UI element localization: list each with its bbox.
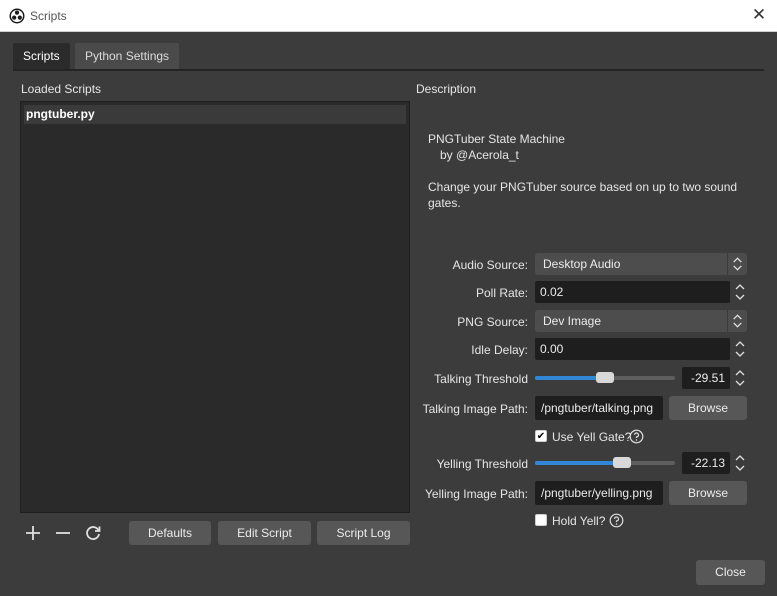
idle-delay-stepper-icon[interactable] — [733, 337, 747, 361]
png-source-value: Dev Image — [543, 314, 602, 328]
talking-threshold-handle[interactable] — [596, 372, 614, 383]
defaults-button[interactable]: Defaults — [129, 521, 211, 545]
audio-source-value: Desktop Audio — [543, 257, 621, 271]
png-source-label: PNG Source: — [457, 315, 528, 329]
hold-yell-label[interactable]: Hold Yell? — [552, 514, 605, 528]
close-icon[interactable]: ✕ — [750, 6, 768, 24]
script-log-button[interactable]: Script Log — [317, 521, 410, 545]
idle-delay-label: Idle Delay: — [471, 343, 528, 357]
yelling-image-path-input[interactable]: /pngtuber/yelling.png — [535, 481, 663, 505]
window-title: Scripts — [30, 9, 67, 23]
talking-threshold-label: Talking Threshold — [434, 372, 528, 386]
loaded-scripts-heading: Loaded Scripts — [21, 82, 102, 96]
obs-logo-icon — [9, 8, 25, 24]
tab-divider — [13, 69, 764, 71]
poll-rate-label: Poll Rate: — [475, 286, 528, 300]
idle-delay-input[interactable]: 0.00 — [535, 338, 730, 360]
tab-scripts[interactable]: Scripts — [13, 43, 70, 69]
talking-browse-button[interactable]: Browse — [669, 396, 747, 420]
script-author: by @Acerola_t — [440, 148, 519, 162]
talking-threshold-slider[interactable] — [535, 372, 675, 383]
updown-chevron-icon — [727, 310, 742, 332]
script-description-line-2: gates. — [428, 196, 461, 210]
poll-rate-stepper-icon[interactable] — [733, 280, 747, 304]
yelling-browse-button[interactable]: Browse — [669, 481, 747, 505]
help-icon[interactable] — [609, 513, 624, 528]
talking-threshold-value[interactable]: -29.51 — [682, 367, 730, 389]
talking-threshold-stepper-icon[interactable] — [733, 366, 747, 390]
poll-rate-input[interactable]: 0.02 — [535, 281, 730, 303]
yelling-threshold-label: Yelling Threshold — [436, 457, 528, 471]
yelling-threshold-slider[interactable] — [535, 457, 675, 468]
script-description-line-1: Change your PNGTuber source based on up … — [428, 180, 738, 194]
title-bar: Scripts ✕ — [0, 0, 777, 32]
refresh-icon[interactable] — [82, 522, 104, 544]
plus-icon[interactable] — [22, 522, 44, 544]
updown-chevron-icon — [727, 253, 742, 275]
yelling-threshold-handle[interactable] — [613, 457, 631, 468]
audio-source-label: Audio Source: — [452, 258, 528, 272]
use-yell-gate-checkbox[interactable]: ✔ — [535, 430, 547, 442]
script-name: PNGTuber State Machine — [428, 132, 565, 146]
hold-yell-checkbox[interactable] — [535, 514, 547, 526]
tab-python-settings[interactable]: Python Settings — [75, 43, 180, 69]
talking-image-path-input[interactable]: /pngtuber/talking.png — [535, 396, 663, 420]
help-icon[interactable] — [629, 429, 644, 444]
yelling-image-path-label: Yelling Image Path: — [425, 487, 528, 501]
audio-source-select[interactable]: Desktop Audio — [535, 253, 747, 275]
description-heading: Description — [416, 82, 477, 96]
png-source-select[interactable]: Dev Image — [535, 310, 747, 332]
talking-threshold-fill — [535, 376, 605, 380]
talking-image-path-label: Talking Image Path: — [422, 402, 528, 416]
yelling-threshold-value[interactable]: -22.13 — [682, 452, 730, 474]
loaded-scripts-list[interactable]: pngtuber.py — [20, 101, 410, 513]
yelling-threshold-stepper-icon[interactable] — [733, 451, 747, 475]
list-item[interactable]: pngtuber.py — [24, 105, 406, 124]
edit-script-button[interactable]: Edit Script — [218, 521, 311, 545]
minus-icon[interactable] — [52, 522, 74, 544]
yelling-threshold-fill — [535, 461, 622, 465]
close-button[interactable]: Close — [696, 560, 765, 585]
use-yell-gate-label[interactable]: Use Yell Gate? — [552, 430, 631, 444]
